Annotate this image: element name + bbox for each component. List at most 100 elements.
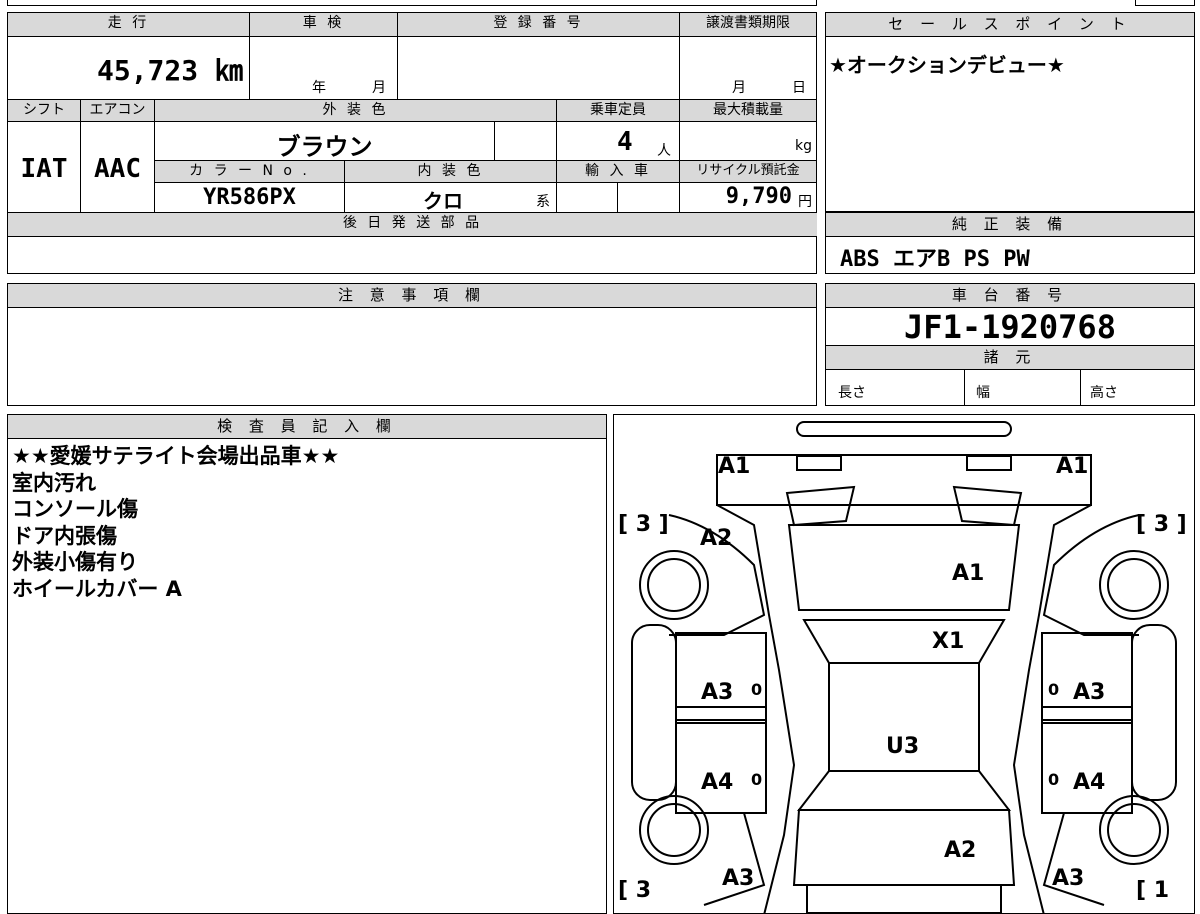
chassis-number: JF1-1920768 <box>904 308 1116 346</box>
transfer-deadline-value-cell: 月 日 <box>680 37 817 100</box>
recycle-value: 9,790 <box>725 184 792 209</box>
color-no-header: カ ラ ー N o . <box>155 161 345 183</box>
car-diagram-box: A1 A1 A1 A2 X1 A3 A3 U3 A4 A4 A2 A3 A3 [… <box>613 414 1195 914</box>
vehicle-info-table: 走 行 車 検 登 録 番 号 譲渡書類期限 45,723 ㎞ 年 月 月 日 … <box>7 12 817 274</box>
shift-value-cell: IAT <box>8 122 81 213</box>
mark-rear-left-door: A4 <box>701 770 733 795</box>
mark-windshield: X1 <box>932 629 964 654</box>
front-right-door <box>1041 632 1133 724</box>
windshield <box>802 619 1006 664</box>
exterior-color-extra-cell <box>495 122 557 161</box>
notes-header: 注 意 事 項 欄 <box>8 284 816 308</box>
rear-window <box>796 770 1012 811</box>
aircon-header: エアコン <box>81 100 155 122</box>
height-label: 高さ <box>1090 385 1118 401</box>
aircon-value: AAC <box>94 154 141 184</box>
equipment-box: 純 正 装 備 ABS エアB PS PW <box>825 212 1195 274</box>
mark-front-left-door: A3 <box>701 680 733 705</box>
tire-front-left <box>639 550 709 620</box>
sales-point-header: セ ー ル ス ポ イ ン ト <box>826 13 1194 37</box>
zero-mark: 0 <box>1048 770 1059 789</box>
specs-divider-1 <box>964 369 965 406</box>
hood <box>787 524 1021 611</box>
interior-color-value-cell: クロ 系 <box>345 183 557 213</box>
rear-bumper <box>806 884 1002 913</box>
tire-front-left-inner <box>647 558 701 612</box>
transfer-deadline-header: 譲渡書類期限 <box>680 13 817 37</box>
mark-trunk: A2 <box>944 838 976 863</box>
import-value-cell-a <box>557 183 618 213</box>
inspector-line: ★★愛媛サテライト会場出品車★★ <box>12 444 340 468</box>
aircon-value-cell: AAC <box>81 122 155 213</box>
right-outer-panel <box>1131 624 1177 801</box>
capacity-value-cell: 4 人 <box>557 122 680 161</box>
front-left-door <box>675 632 767 724</box>
rear-left-quarter <box>676 812 766 906</box>
later-parts-header: 後 日 発 送 部 品 <box>8 213 817 237</box>
rear-right-quarter <box>1042 812 1132 906</box>
mark-front-right: A1 <box>1056 454 1088 479</box>
mileage-value: 45,723 ㎞ <box>96 54 243 87</box>
deadline-month-unit: 月 <box>732 80 746 96</box>
mark-front-left: A1 <box>718 454 750 479</box>
capacity-header: 乗車定員 <box>557 100 680 122</box>
mark-rear-left: A3 <box>722 866 754 891</box>
tire-front-right <box>1099 550 1169 620</box>
capacity-unit: 人 <box>657 143 671 159</box>
color-no-value-cell: YR586PX <box>155 183 345 213</box>
interior-color-header: 内 装 色 <box>345 161 557 183</box>
mark-tire-front-right: [ 3 ] <box>1136 512 1187 537</box>
import-header: 輸 入 車 <box>557 161 680 183</box>
left-outer-panel <box>631 624 677 801</box>
zero-mark: 0 <box>1048 680 1059 699</box>
shaken-value-cell: 年 月 <box>250 37 398 100</box>
chassis-box: 車 台 番 号 JF1-1920768 諸 元 長さ 幅 高さ <box>825 283 1195 406</box>
yen-unit: 円 <box>798 194 812 210</box>
length-label: 長さ <box>838 385 866 401</box>
trunk <box>792 809 1016 886</box>
exterior-color-header: 外 装 色 <box>155 100 557 122</box>
mark-rear-right: A3 <box>1052 866 1084 891</box>
shaken-header: 車 検 <box>250 13 398 37</box>
sales-point-text: ★オークションデビュー★ <box>829 53 1065 77</box>
notes-box: 注 意 事 項 欄 <box>7 283 817 406</box>
inspector-line: コンソール傷 <box>12 497 138 521</box>
equipment-value: ABS エアB PS PW <box>840 247 1030 272</box>
inspector-notes: ★★愛媛サテライト会場出品車★★ 室内汚れ コンソール傷 ドア内張傷 外装小傷有… <box>12 443 339 602</box>
mark-roof: U3 <box>886 734 919 759</box>
inspector-line: 外装小傷有り <box>12 550 138 574</box>
zero-mark: 0 <box>751 770 762 789</box>
inspector-line: 室内汚れ <box>12 470 96 495</box>
tire-rear-right-inner <box>1107 803 1161 857</box>
tire-rear-left <box>639 795 709 865</box>
recycle-header: リサイクル預託金 <box>680 161 817 183</box>
interior-suffix: 系 <box>536 194 550 210</box>
mark-tire-rear-left: [ 3 <box>618 878 651 903</box>
inspector-box: 検 査 員 記 入 欄 ★★愛媛サテライト会場出品車★★ 室内汚れ コンソール傷… <box>7 414 607 914</box>
inspector-line: ドア内張傷 <box>12 523 117 548</box>
sales-point-box: セ ー ル ス ポ イ ン ト ★オークションデビュー★ <box>825 12 1195 212</box>
mark-rear-right-door: A4 <box>1073 770 1105 795</box>
tire-rear-left-inner <box>647 803 701 857</box>
mark-tire-rear-right: [ 1 <box>1136 878 1169 903</box>
color-no-value: YR586PX <box>203 185 296 210</box>
tire-front-right-inner <box>1107 558 1161 612</box>
car-diagram: A1 A1 A1 A2 X1 A3 A3 U3 A4 A4 A2 A3 A3 [… <box>618 421 1187 913</box>
exterior-color-value-cell: ブラウン <box>155 122 495 161</box>
shift-value: IAT <box>20 154 68 184</box>
mileage-value-cell: 45,723 ㎞ <box>8 37 250 100</box>
mark-front-right-door: A3 <box>1073 680 1105 705</box>
max-load-header: 最大積載量 <box>680 100 817 122</box>
max-load-value-cell: kg <box>680 122 817 161</box>
import-value-cell-b <box>618 183 680 213</box>
shaken-month-unit: 月 <box>372 80 386 96</box>
mark-tire-front-left: [ 3 ] <box>618 512 669 537</box>
front-body-outline <box>716 454 1092 506</box>
load-unit: kg <box>795 138 812 154</box>
registration-header: 登 録 番 号 <box>398 13 680 37</box>
exterior-color-value: ブラウン <box>276 133 373 161</box>
capacity-value: 4 <box>617 127 633 157</box>
specs-header: 諸 元 <box>826 345 1194 370</box>
specs-divider-2 <box>1080 369 1081 406</box>
interior-color-value: クロ <box>423 189 463 213</box>
